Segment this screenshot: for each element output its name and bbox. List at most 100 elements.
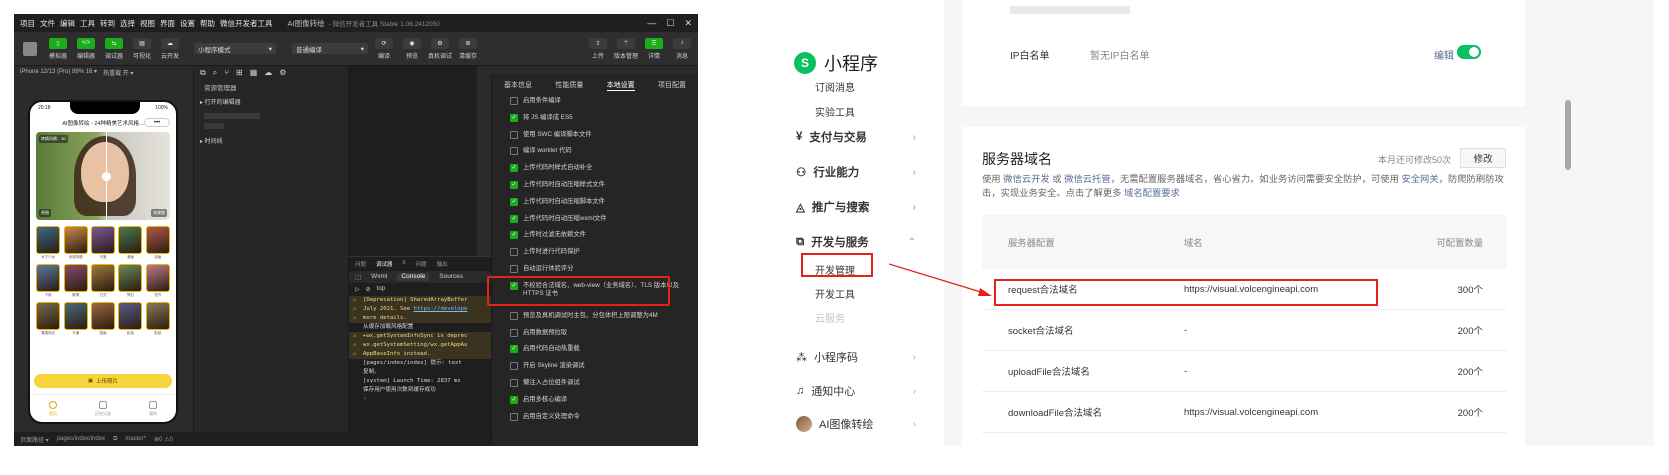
doc-link[interactable]: 安全网关 <box>1401 174 1438 184</box>
style-option[interactable]: 民族 <box>118 302 143 336</box>
gear-icon[interactable]: ⚙ <box>279 68 286 78</box>
search-icon[interactable]: ⌕ <box>213 68 217 78</box>
checkbox[interactable]: ✓ <box>510 164 518 173</box>
hot-reload-select[interactable]: 热重载 开 ▾ <box>103 68 133 77</box>
checkbox[interactable]: ✓ <box>510 197 518 206</box>
setting-option[interactable]: ✓ 上传时过滤无依赖文件 <box>492 231 698 248</box>
debugger-button[interactable]: ⇆ 调试器 <box>102 37 126 60</box>
remote-debug-button[interactable]: ⚙ 真机调试 <box>428 37 452 60</box>
tab-sources[interactable]: Sources <box>439 273 463 281</box>
style-option[interactable]: 可爱 <box>90 226 115 260</box>
before-after-image[interactable]: 转换风格：3D 原图 效果图 <box>36 132 170 220</box>
style-option[interactable]: 日式 <box>90 264 115 298</box>
sidebar-item[interactable]: ◬ 推广与搜索 › <box>796 199 916 215</box>
tab-wxml[interactable]: Wxml <box>371 273 387 281</box>
style-option[interactable]: 花卉 <box>145 264 170 298</box>
tab-mine[interactable]: 我的 <box>149 400 157 417</box>
style-option[interactable]: 剪纸 <box>145 302 170 336</box>
sidebar-item[interactable]: AI图像转绘 › <box>796 416 916 432</box>
clear-cache-button[interactable]: ≣ 清缓存 <box>456 37 480 60</box>
checkbox[interactable] <box>510 311 518 320</box>
details-button[interactable]: ☰ 详情 <box>642 37 666 60</box>
device-select[interactable]: iPhone 12/13 (Pro) 89% 16 ▾ <box>20 68 97 75</box>
menu-item[interactable]: 界面 <box>160 18 175 29</box>
tab-基本信息[interactable]: 基本信息 <box>504 80 532 91</box>
version-button[interactable]: ⑂ 版本管理 <box>614 37 638 60</box>
tab-本地设置[interactable]: 本地设置 <box>606 80 635 91</box>
menu-item[interactable]: 编辑 <box>60 18 75 29</box>
setting-option[interactable]: ✓ 上传代码时自动压缩样式文件 <box>492 180 698 198</box>
menu-item[interactable]: 转到 <box>100 18 115 29</box>
maximize-icon[interactable]: ☐ <box>666 18 674 29</box>
style-option[interactable]: 梦幻 <box>118 264 143 298</box>
edit-link[interactable]: 编辑 <box>1434 47 1454 62</box>
checkbox[interactable] <box>510 97 518 105</box>
checkbox[interactable] <box>510 264 518 273</box>
avatar[interactable] <box>18 41 42 56</box>
setting-option[interactable]: ✓ 启用代码自动热重载 <box>492 345 698 362</box>
setting-option[interactable]: ✓ 启用多核心编译 <box>492 395 698 413</box>
setting-option[interactable]: 开启 Skyline 渲染调试 <box>492 362 698 379</box>
compare-slider-handle[interactable] <box>102 172 111 181</box>
style-option[interactable]: 动漫风格 <box>63 226 88 260</box>
menu-item[interactable]: 项目 <box>20 18 35 29</box>
tab-console[interactable]: Console <box>397 273 430 281</box>
sidebar-item[interactable]: ♫ 通知中心 › <box>796 383 916 399</box>
menu-item[interactable]: 选择 <box>120 18 135 29</box>
setting-option[interactable]: 使用 SWC 编译脚本文件 <box>492 130 698 148</box>
menu-item[interactable]: 文件 <box>40 18 55 29</box>
tab-home[interactable]: 首页 <box>49 400 57 417</box>
capsule-menu-button[interactable]: ••• <box>144 118 170 127</box>
style-option[interactable]: 油画 <box>145 226 170 260</box>
extensions-icon[interactable]: ▦ <box>250 68 258 78</box>
setting-option[interactable]: 启用数据预拉取 <box>492 328 698 346</box>
tab-性能质量[interactable]: 性能质量 <box>555 80 583 91</box>
inspect-icon[interactable]: ⬚ <box>355 273 361 281</box>
sidebar-sub-item[interactable]: 实验工具 <box>815 104 855 119</box>
setting-option[interactable]: 懒注入占位组件调试 <box>492 378 698 396</box>
setting-option[interactable]: ✓ 上传代码时样式自动补全 <box>492 164 698 181</box>
visual-button[interactable]: ▤ 可视化 <box>130 37 154 60</box>
context-select[interactable]: top <box>377 286 385 293</box>
menu-item[interactable]: 视图 <box>140 18 155 29</box>
setting-option[interactable]: 启用自定义处理命令 <box>492 412 698 430</box>
tab-项目配置[interactable]: 项目配置 <box>658 80 686 91</box>
sidebar-item[interactable]: ⁂ 小程序码 › <box>796 349 916 365</box>
files-icon[interactable]: ⧉ <box>200 68 206 78</box>
setting-option[interactable]: 上传时进行代码保护 <box>492 248 698 265</box>
open-editors-section[interactable]: ▸ 打开的编辑器 <box>194 94 348 109</box>
sidebar-item[interactable]: ⚇ 行业能力 › <box>796 164 916 180</box>
play-icon[interactable]: ▷ <box>355 286 360 293</box>
checkbox[interactable]: ✓ <box>510 231 518 240</box>
upload-button[interactable]: ⇪ 上传 <box>586 37 610 60</box>
doc-link[interactable]: 域名配置要求 <box>1124 188 1180 198</box>
checkbox[interactable]: ✓ <box>510 180 518 189</box>
close-icon[interactable]: ✕ <box>684 18 692 29</box>
checkbox[interactable] <box>510 147 518 156</box>
setting-option[interactable]: ✓ 上传代码时自动压缩wxml文件 <box>492 214 698 232</box>
checkbox[interactable] <box>510 130 518 139</box>
simulator-button[interactable]: ▯ 模拟器 <box>46 37 70 60</box>
compile-select[interactable]: 普通编译 ▾ <box>292 43 368 54</box>
checkbox[interactable] <box>510 362 518 371</box>
block-icon[interactable]: ⊘ <box>366 286 371 293</box>
setting-option[interactable]: ✓ 将 JS 编译成 ES5 <box>492 113 698 131</box>
minimize-icon[interactable]: — <box>647 18 656 29</box>
checkbox[interactable]: ✓ <box>510 345 518 354</box>
preview-button[interactable]: ◉ 预览 <box>400 37 424 60</box>
checkbox[interactable]: ✓ <box>510 214 518 223</box>
cloud-button[interactable]: ☁ 云开发 <box>158 37 182 60</box>
setting-option[interactable]: ✓ 上传代码时自动压缩脚本文件 <box>492 197 698 215</box>
checkbox[interactable] <box>510 412 518 421</box>
checkbox[interactable] <box>510 328 518 337</box>
modify-button[interactable]: 修改 <box>1460 148 1506 168</box>
checkbox[interactable] <box>510 378 518 387</box>
checkbox[interactable] <box>510 248 518 257</box>
scrollbar[interactable] <box>1565 100 1571 170</box>
style-option[interactable]: 漫画 <box>118 226 143 260</box>
setting-option[interactable]: 预览及真机调试时主包、分包体积上限调整为4M <box>492 311 698 329</box>
editor-button[interactable]: </> 编辑器 <box>74 37 98 60</box>
timeline-section[interactable]: ▸ 时间线 <box>194 133 348 148</box>
ip-whitelist-toggle[interactable] <box>1457 45 1481 59</box>
menu-item[interactable]: 工具 <box>80 18 95 29</box>
